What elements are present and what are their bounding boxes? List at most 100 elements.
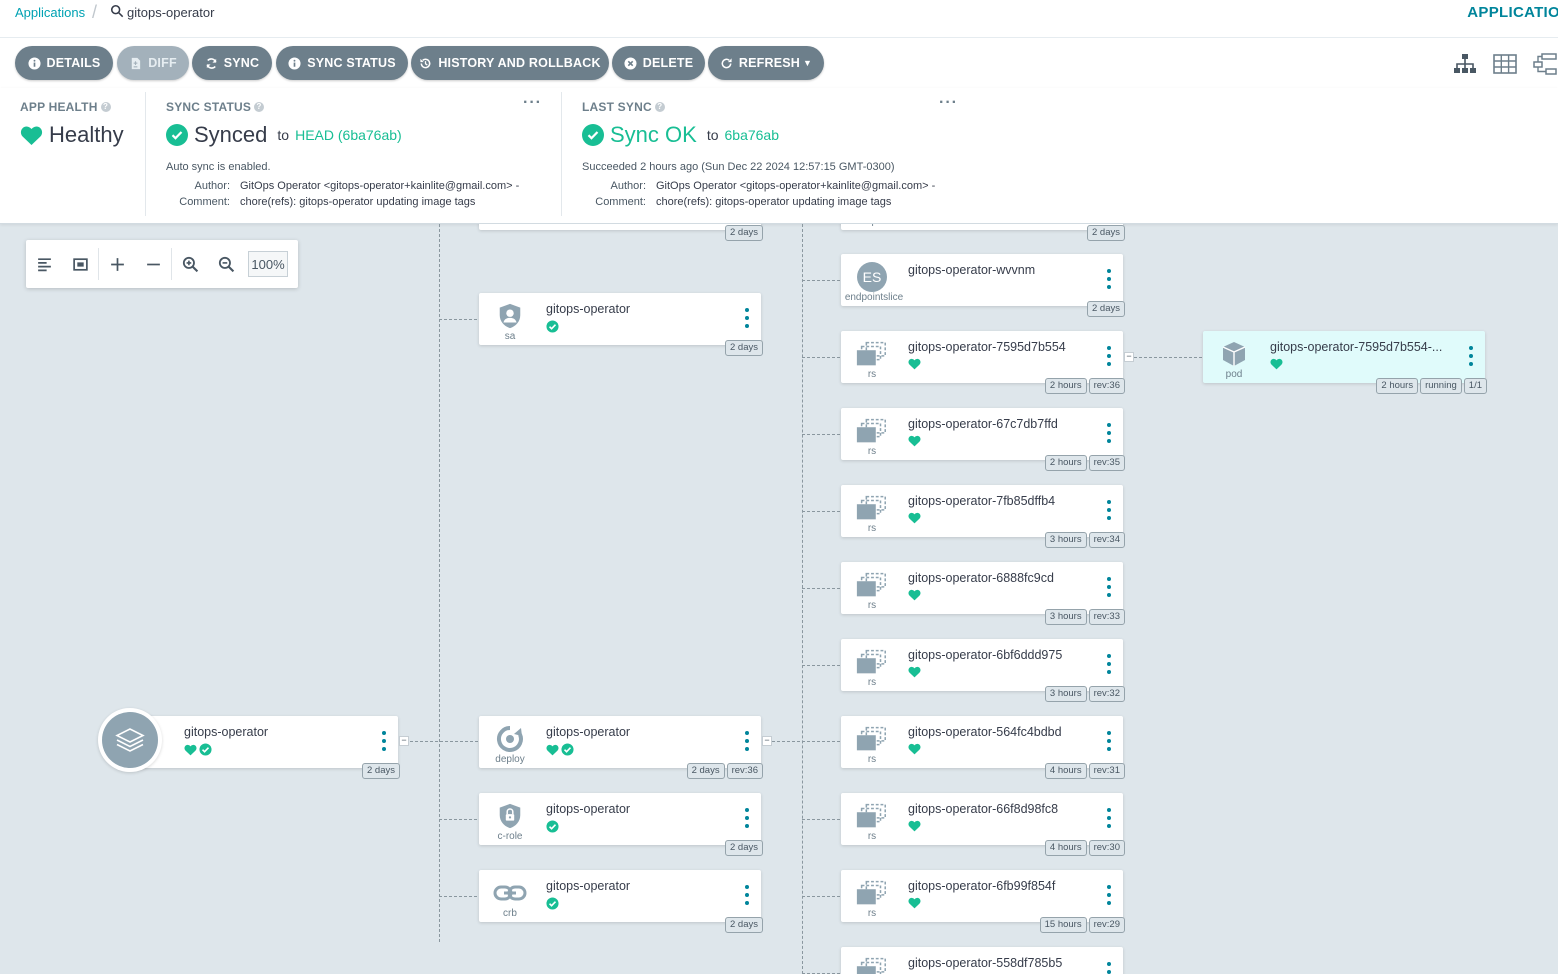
last-sync-revision[interactable]: 6ba76ab bbox=[725, 127, 780, 143]
refresh-label: REFRESH bbox=[738, 56, 801, 70]
node-status bbox=[908, 358, 921, 370]
collapse-toggle[interactable]: − bbox=[1124, 352, 1134, 362]
history-rollback-button[interactable]: HISTORY AND ROLLBACK bbox=[411, 46, 609, 80]
node-tags: 4 hours rev:30 bbox=[1044, 840, 1125, 856]
replicaset-node[interactable]: rs gitops-operator-67c7db7ffd 2 hours rev:3… bbox=[841, 408, 1125, 471]
question-icon[interactable]: ? bbox=[254, 102, 265, 112]
sync-status-button[interactable]: SYNC STATUS bbox=[276, 46, 408, 80]
comment-value: chore(refs): gitops-operator updating im… bbox=[240, 196, 476, 208]
node-menu-button[interactable] bbox=[1107, 269, 1111, 289]
resource-tree-canvas[interactable]: svc 2 days ep 2 days 100% gitops-operato… bbox=[0, 224, 1558, 974]
node-name: gitops-operator-6888fc9cd bbox=[908, 571, 1054, 585]
last-sync-to-prefix: to bbox=[706, 127, 719, 143]
breadcrumb-applications-link[interactable]: Applications bbox=[15, 5, 85, 20]
collapse-toggle[interactable]: − bbox=[399, 736, 409, 746]
age-tag: 2 days bbox=[362, 763, 400, 779]
replicaset-node[interactable]: rs gitops-operator-7595d7b554 2 hours rev:3… bbox=[841, 331, 1125, 394]
collapse-toggle[interactable]: − bbox=[762, 736, 772, 746]
connector bbox=[1134, 357, 1202, 358]
delete-button[interactable]: DELETE bbox=[612, 46, 705, 80]
node-status bbox=[184, 743, 212, 756]
node-menu-button[interactable] bbox=[745, 808, 749, 828]
replicaset-node[interactable]: rsgitops-operator-558df785b5 bbox=[841, 947, 1123, 974]
node-menu-button[interactable] bbox=[745, 308, 749, 328]
sync-button[interactable]: SYNC bbox=[192, 46, 272, 80]
application-node[interactable]: gitops-operator 2 days bbox=[130, 716, 400, 779]
replicaset-node[interactable]: rs gitops-operator-6fb99f854f 15 hours rev:… bbox=[841, 870, 1125, 933]
node-kind: crb bbox=[503, 908, 517, 919]
deploy-node[interactable]: deploy gitops-operator 2 days rev:36 bbox=[479, 716, 763, 779]
node-tags: 2 days bbox=[725, 840, 763, 856]
crb-node[interactable]: crb gitops-operator 2 days bbox=[479, 870, 763, 933]
history-rollback-label: HISTORY AND ROLLBACK bbox=[438, 56, 601, 70]
refresh-button[interactable]: REFRESH ▼ bbox=[708, 46, 824, 80]
node-menu-button[interactable] bbox=[745, 885, 749, 905]
node-name: gitops-operator-67c7db7ffd bbox=[908, 417, 1058, 431]
node-menu-button[interactable] bbox=[1107, 577, 1111, 597]
network-view-icon[interactable] bbox=[1532, 52, 1558, 76]
search-icon[interactable] bbox=[110, 4, 124, 18]
node-menu-button[interactable] bbox=[1107, 962, 1111, 974]
zoom-out-button[interactable] bbox=[208, 240, 244, 288]
node-kind: rs bbox=[867, 369, 877, 380]
node-menu-button[interactable] bbox=[1107, 808, 1111, 828]
connector bbox=[802, 357, 840, 358]
connector bbox=[802, 434, 840, 435]
tree-view-icon[interactable] bbox=[1452, 52, 1478, 76]
replicaset-node[interactable]: rs gitops-operator-6888fc9cd 3 hours rev:33 bbox=[841, 562, 1125, 625]
sync-target-revision[interactable]: HEAD (6ba76ab) bbox=[295, 127, 402, 143]
node-menu-button[interactable] bbox=[1107, 423, 1111, 443]
question-icon[interactable]: ? bbox=[654, 102, 665, 112]
replicaset-node[interactable]: rs gitops-operator-564fc4bdbd 4 hours rev:3… bbox=[841, 716, 1125, 779]
node-menu-button[interactable] bbox=[1107, 346, 1111, 366]
node-menu-button[interactable] bbox=[382, 731, 386, 751]
heart-icon bbox=[184, 744, 197, 755]
expand-button[interactable] bbox=[99, 240, 135, 288]
diff-button[interactable]: DIFF bbox=[117, 46, 189, 80]
replicaset-icon bbox=[856, 572, 886, 597]
last-sync-menu[interactable]: ··· bbox=[939, 94, 958, 112]
revision-tag: rev:34 bbox=[1088, 532, 1125, 548]
question-icon[interactable]: ? bbox=[100, 102, 111, 112]
endpointslice-node[interactable]: ES endpointslice gitops-operator-wvvnm 2… bbox=[841, 254, 1125, 317]
pod-node[interactable]: pod gitops-operator-7595d7b554-... 2 hou… bbox=[1203, 331, 1487, 394]
node-kind: rs bbox=[867, 523, 877, 534]
breadcrumb-current-app: gitops-operator bbox=[127, 5, 215, 20]
node-menu-button[interactable] bbox=[1469, 346, 1473, 366]
revision-tag: rev:36 bbox=[1088, 378, 1125, 394]
node-menu-button[interactable] bbox=[1107, 500, 1111, 520]
node-name: gitops-operator bbox=[546, 879, 631, 893]
sync-icon bbox=[206, 57, 217, 69]
sync-status-menu[interactable]: ··· bbox=[523, 94, 542, 112]
node-menu-button[interactable] bbox=[1107, 731, 1111, 751]
replicaset-node[interactable]: rs gitops-operator-6bf6ddd975 3 hours rev:3… bbox=[841, 639, 1125, 702]
c-role-node[interactable]: c-role gitops-operator 2 days bbox=[479, 793, 763, 856]
sa-node[interactable]: sa gitops-operator 2 days bbox=[479, 293, 763, 356]
zoom-percent-field[interactable]: 100% bbox=[248, 251, 288, 277]
replicaset-node[interactable]: rs gitops-operator-66f8d98fc8 4 hours rev:3… bbox=[841, 793, 1125, 856]
grid-view-icon[interactable] bbox=[1492, 52, 1518, 76]
plus-icon bbox=[110, 257, 124, 271]
replicaset-node[interactable]: rs gitops-operator-7fb85dffb4 3 hours rev:3… bbox=[841, 485, 1125, 548]
node-name: gitops-operator-66f8d98fc8 bbox=[908, 802, 1059, 816]
node-menu-button[interactable] bbox=[1107, 885, 1111, 905]
connector bbox=[802, 511, 840, 512]
node-menu-button[interactable] bbox=[745, 731, 749, 751]
ep-node-partial[interactable]: ep 2 days bbox=[841, 224, 1125, 241]
svc-node-partial[interactable]: svc 2 days bbox=[479, 224, 763, 241]
app-toolbar: DETAILS DIFF SYNC SYNC STATUS HISTORY AN… bbox=[0, 38, 1558, 88]
fit-screen-button[interactable] bbox=[62, 240, 98, 288]
details-button[interactable]: DETAILS bbox=[15, 46, 113, 80]
age-tag: 4 hours bbox=[1044, 840, 1087, 856]
connector bbox=[439, 319, 477, 320]
zoom-out-icon bbox=[218, 256, 234, 272]
application-icon-circle[interactable] bbox=[98, 708, 162, 772]
node-tags: 2 days bbox=[362, 763, 400, 779]
zoom-in-button[interactable] bbox=[172, 240, 208, 288]
node-menu-button[interactable] bbox=[1107, 654, 1111, 674]
age-tag: 2 days bbox=[725, 917, 763, 933]
collapse-button[interactable] bbox=[135, 240, 171, 288]
revision-tag: rev:35 bbox=[1088, 455, 1125, 471]
align-left-button[interactable] bbox=[26, 240, 62, 288]
svc-tags: 2 days bbox=[725, 225, 763, 241]
